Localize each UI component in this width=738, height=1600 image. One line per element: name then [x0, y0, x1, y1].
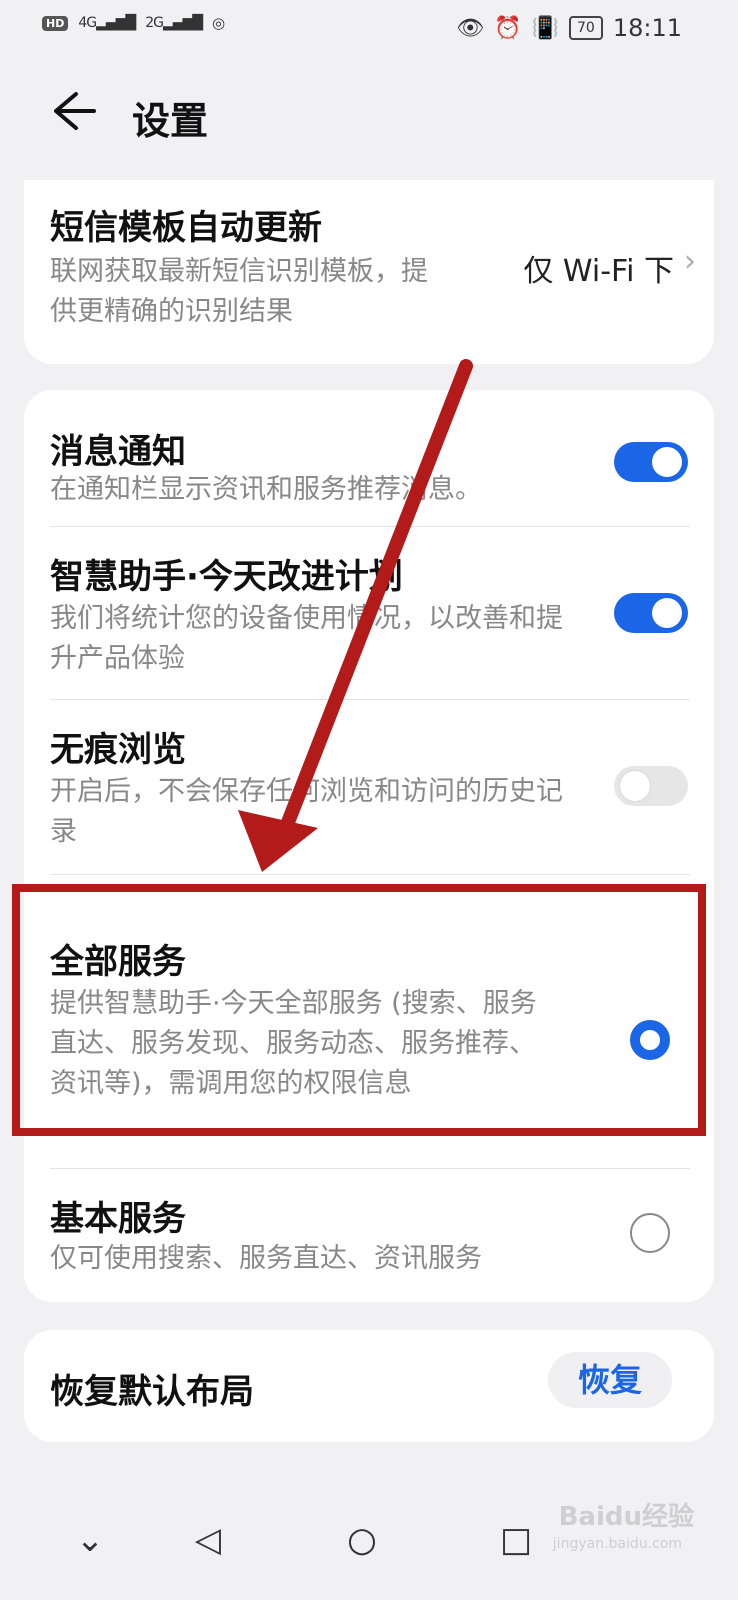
- home-circle-icon[interactable]: ○: [342, 1520, 382, 1560]
- watermark: Baidu经验: [558, 1502, 694, 1532]
- back-triangle-icon[interactable]: ◁: [188, 1520, 228, 1560]
- recents-square-icon[interactable]: □: [496, 1520, 536, 1560]
- chevron-down-icon[interactable]: ⌄: [70, 1520, 110, 1560]
- watermark-sub: jingyan.baidu.com: [552, 1536, 682, 1552]
- annotation-arrow: [238, 359, 473, 872]
